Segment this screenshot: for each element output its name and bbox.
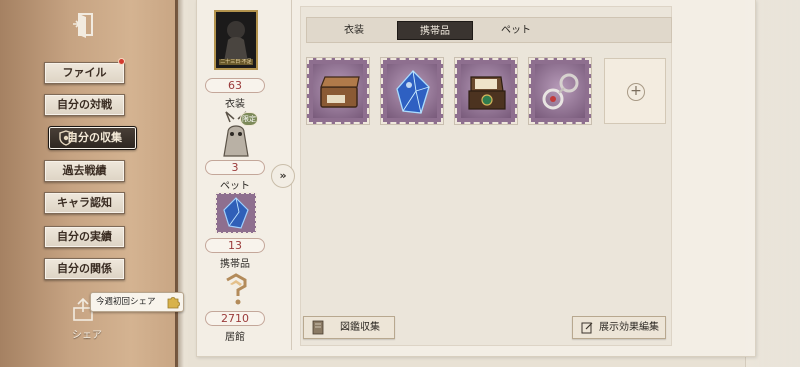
pet-count: 3 — [205, 160, 265, 175]
mansion-icon[interactable] — [214, 272, 258, 306]
share-tooltip[interactable]: 今週初回シェア — [90, 292, 184, 312]
category-tabs: 衣装 携帯品 ペット — [306, 17, 672, 43]
pet-image[interactable]: 限定 — [214, 110, 258, 158]
pet-label: ペット — [220, 181, 250, 192]
music-box-icon — [468, 76, 506, 110]
exit-icon[interactable] — [70, 10, 100, 40]
sidebar-item-character-recognition[interactable]: キャラ認知 — [44, 192, 125, 214]
costume-label: 衣装 — [225, 99, 245, 110]
content-panel — [300, 6, 672, 346]
accessory-label: 携帯品 — [220, 259, 250, 270]
item-music-box[interactable] — [454, 57, 518, 125]
tab-accessory[interactable]: 携帯品 — [397, 21, 473, 40]
tab-pet[interactable]: ペット — [485, 21, 547, 40]
edit-display-label: 展示効果編集 — [599, 322, 659, 333]
costume-count: 63 — [205, 78, 265, 93]
puzzle-icon — [167, 297, 180, 309]
item-blue-crystal[interactable] — [380, 57, 444, 125]
add-item-slot[interactable]: + — [604, 58, 666, 124]
tab-costume[interactable]: 衣装 — [323, 21, 385, 40]
share-tooltip-text: 今週初回シェア — [96, 297, 156, 307]
sidebar-item-file[interactable]: ファイル — [44, 62, 125, 84]
notification-dot — [118, 58, 125, 65]
costume-card-caption: 二十三日·不足 — [220, 59, 252, 65]
sidebar-item-past-records[interactable]: 過去戦績 — [44, 160, 125, 182]
sidebar-item-achievements[interactable]: 自分の実績 — [44, 226, 125, 248]
shield-icon — [59, 130, 73, 146]
sidebar-item-my-collection[interactable]: 自分の収集 — [48, 126, 137, 150]
collection-guide-button[interactable]: 図鑑収集 — [303, 316, 395, 339]
item-handcuffs[interactable] — [528, 57, 592, 125]
blue-crystal-icon — [396, 70, 430, 114]
accessory-count: 13 — [205, 238, 265, 253]
mansion-count: 2710 — [205, 311, 265, 326]
book-icon — [312, 320, 324, 335]
limited-badge: 限定 — [240, 112, 258, 126]
sidebar-item-label: 自分の収集 — [67, 131, 122, 144]
plus-icon: + — [627, 83, 645, 101]
collection-guide-label: 図鑑収集 — [340, 322, 380, 333]
mansion-label: 居館 — [225, 332, 245, 343]
handcuffs-icon — [542, 73, 579, 110]
chest-icon — [320, 76, 360, 108]
costume-card-image[interactable]: 二十三日·不足 — [214, 10, 258, 70]
edit-display-button[interactable]: 展示効果編集 — [572, 316, 666, 339]
share-label: シェア — [72, 330, 102, 341]
double-chevron-right-icon: » — [279, 169, 287, 182]
sidebar-item-relationships[interactable]: 自分の関係 — [44, 258, 125, 280]
expand-arrow-button[interactable]: » — [271, 164, 295, 188]
edit-icon — [581, 322, 593, 334]
item-chest[interactable] — [306, 57, 370, 125]
sidebar-item-my-matches[interactable]: 自分の対戦 — [44, 94, 125, 116]
accessory-image[interactable] — [215, 192, 257, 234]
